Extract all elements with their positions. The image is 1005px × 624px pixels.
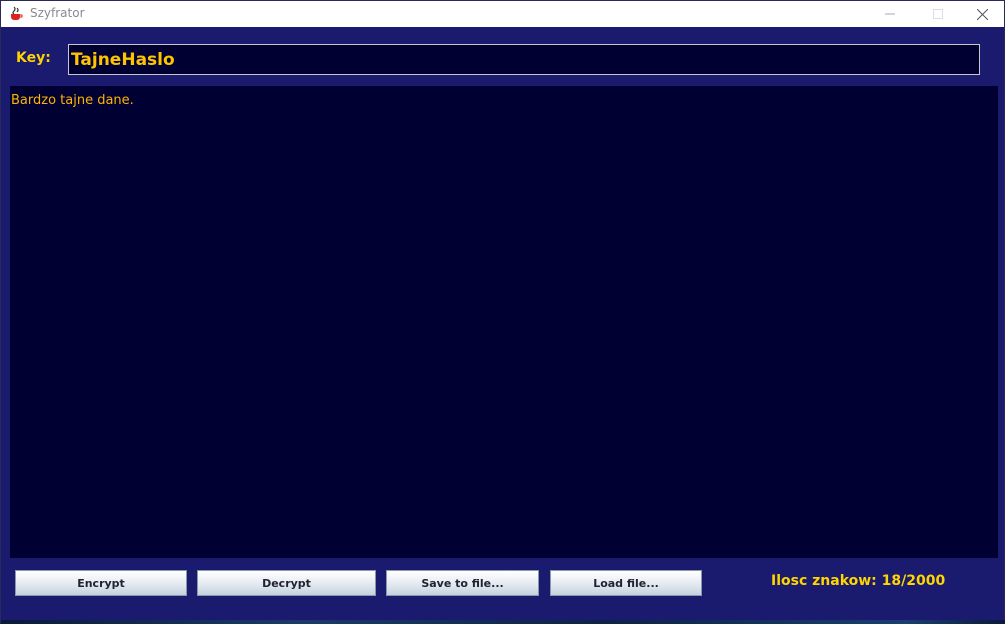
maximize-icon bbox=[933, 9, 943, 19]
title-bar[interactable]: Szyfrator bbox=[1, 1, 1004, 27]
close-icon bbox=[976, 8, 988, 20]
message-text-area[interactable]: Bardzo tajne dane. bbox=[10, 86, 998, 558]
window-title: Szyfrator bbox=[30, 6, 85, 20]
load-file-button[interactable]: Load file... bbox=[550, 570, 702, 596]
decrypt-button[interactable]: Decrypt bbox=[197, 570, 376, 596]
main-panel: Key: Bardzo tajne dane. Encrypt Decrypt … bbox=[1, 28, 1004, 622]
desktop-background-strip bbox=[1, 620, 1005, 624]
key-label: Key: bbox=[16, 50, 51, 66]
java-cup-icon bbox=[8, 5, 24, 21]
save-to-file-button[interactable]: Save to file... bbox=[386, 570, 539, 596]
maximize-button[interactable] bbox=[915, 1, 961, 27]
minimize-button[interactable] bbox=[867, 1, 913, 27]
character-count: Ilosc znakow: 18/2000 bbox=[771, 573, 946, 589]
encrypt-button[interactable]: Encrypt bbox=[15, 570, 187, 596]
key-input[interactable] bbox=[68, 44, 980, 75]
close-button[interactable] bbox=[959, 1, 1005, 27]
app-window: Szyfrator Key: Bardzo tajne dane. Encryp… bbox=[0, 0, 1005, 624]
minimize-icon bbox=[885, 13, 895, 15]
